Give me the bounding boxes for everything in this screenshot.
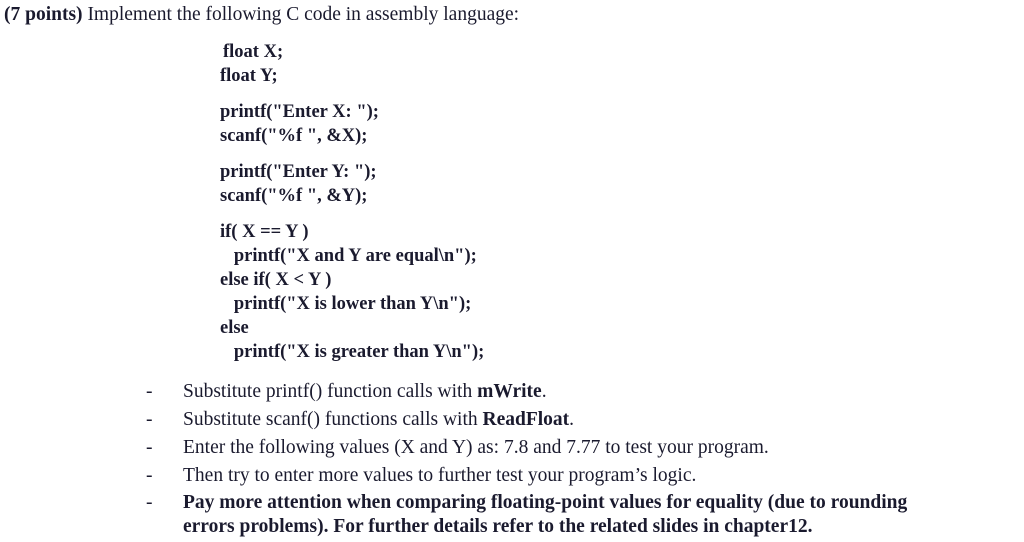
- plain-text: Substitute printf() function calls with: [183, 381, 478, 402]
- list-item-label: Substitute scanf() functions calls with …: [183, 407, 946, 432]
- list-item: - Substitute printf() function calls with…: [146, 379, 946, 404]
- plain-text: Enter the following values (X and Y) as:…: [183, 437, 769, 458]
- list-item-label: Pay more attention when comparing floati…: [183, 491, 958, 539]
- code-line: float Y;: [220, 66, 278, 86]
- code-line: else: [220, 318, 249, 338]
- emphasis-text: Pay more attention when comparing floati…: [183, 492, 908, 537]
- list-item: - Pay more attention when comparing float…: [146, 491, 958, 539]
- instruction-list: - Substitute printf() function calls with…: [146, 379, 946, 542]
- plain-text: Then try to enter more values to further…: [183, 465, 697, 486]
- bullet-marker: -: [146, 492, 153, 513]
- plain-text: Substitute scanf() functions calls with: [183, 409, 483, 430]
- code-line: printf("X is lower than Y\n");: [220, 294, 472, 314]
- code-line: scanf("%f ", &Y);: [220, 186, 368, 206]
- question-prompt: Implement the following C code in assemb…: [82, 4, 520, 25]
- plain-text: .: [541, 381, 547, 402]
- code-line: printf("Enter X: ");: [220, 102, 379, 122]
- bullet-marker: -: [146, 465, 153, 486]
- list-item: - Substitute scanf() functions calls with…: [146, 407, 946, 432]
- list-item-label: Enter the following values (X and Y) as:…: [183, 435, 946, 460]
- code-line: printf("X is greater than Y\n");: [220, 342, 485, 362]
- code-line: printf("Enter Y: ");: [220, 162, 377, 182]
- list-item: - Enter the following values (X and Y) as…: [146, 435, 946, 460]
- document-page: (7 points) Implement the following C cod…: [0, 0, 1024, 539]
- bullet-marker: -: [146, 381, 153, 402]
- emphasis-text: ReadFloat: [482, 409, 570, 430]
- code-line: printf("X and Y are equal\n");: [220, 246, 477, 266]
- code-line: float X;: [223, 42, 284, 62]
- code-line: if( X == Y ): [220, 222, 309, 242]
- bullet-marker: -: [146, 437, 153, 458]
- bullet-marker: -: [146, 409, 153, 430]
- question-points: (7 points): [4, 4, 83, 25]
- emphasis-text: mWrite: [477, 381, 542, 402]
- code-line: scanf("%f ", &X);: [220, 126, 368, 146]
- list-item: - Then try to enter more values to furthe…: [146, 463, 946, 488]
- code-line: else if( X < Y ): [220, 270, 332, 290]
- plain-text: .: [569, 409, 575, 430]
- c-code-block: float X; float Y; printf("Enter X: "); scan…: [220, 40, 484, 364]
- list-item-label: Then try to enter more values to further…: [183, 463, 946, 488]
- question-heading: (7 points) Implement the following C cod…: [4, 3, 519, 27]
- list-item-label: Substitute printf() function calls with …: [183, 379, 946, 404]
